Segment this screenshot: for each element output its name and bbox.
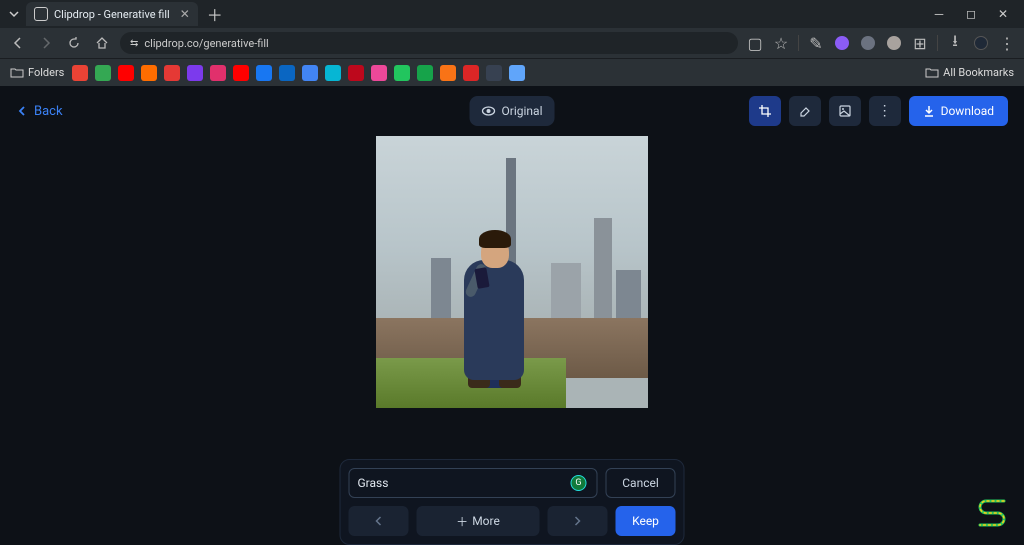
- window-close-icon[interactable]: ✕: [996, 7, 1010, 21]
- image-canvas[interactable]: [376, 136, 648, 408]
- prompt-panel: G Cancel ＋ More Keep: [340, 459, 685, 545]
- eraser-tool-button[interactable]: [789, 96, 821, 126]
- url-text: clipdrop.co/generative-fill: [144, 37, 268, 50]
- folder-icon: [10, 66, 24, 80]
- bookmark-gmail-icon[interactable]: [72, 65, 88, 81]
- bookmark-pinterest-icon[interactable]: [348, 65, 364, 81]
- screenshot-icon[interactable]: ▢: [746, 34, 764, 52]
- ext-gear-icon[interactable]: [833, 34, 851, 52]
- bookmark-app-green2-icon[interactable]: [417, 65, 433, 81]
- grammarly-icon[interactable]: G: [571, 475, 587, 491]
- browser-tab[interactable]: Clipdrop - Generative fill ✕: [26, 2, 198, 26]
- all-bookmarks-link[interactable]: All Bookmarks: [925, 66, 1014, 80]
- bookmark-app-blue-icon[interactable]: [302, 65, 318, 81]
- bookmark-app-purple-icon[interactable]: [187, 65, 203, 81]
- bookmark-app-red2-icon[interactable]: [463, 65, 479, 81]
- bookmark-facebook-icon[interactable]: [256, 65, 272, 81]
- download-button[interactable]: Download: [909, 96, 1008, 126]
- image-icon: [838, 104, 852, 118]
- site-info-icon[interactable]: ⇆: [130, 38, 138, 49]
- bookmark-app-orange-icon[interactable]: [141, 65, 157, 81]
- original-toggle-button[interactable]: Original: [470, 96, 555, 126]
- image-tool-button[interactable]: [829, 96, 861, 126]
- browser-titlebar: Clipdrop - Generative fill ✕ ＋ ─ ◻ ✕: [0, 0, 1024, 28]
- ext-camera-icon[interactable]: [859, 34, 877, 52]
- divider: [798, 35, 799, 51]
- bookmark-youtube-red-icon[interactable]: [118, 65, 134, 81]
- crop-tool-button[interactable]: [749, 96, 781, 126]
- more-options-button[interactable]: ⋮: [869, 96, 901, 126]
- plus-icon: ＋: [456, 513, 468, 530]
- bookmark-app-dark-icon[interactable]: [486, 65, 502, 81]
- more-vert-icon: ⋮: [878, 103, 892, 119]
- prev-result-button[interactable]: [349, 506, 409, 536]
- keep-label: Keep: [632, 514, 659, 528]
- all-bookmarks-label: All Bookmarks: [943, 66, 1014, 79]
- nav-home-icon[interactable]: [92, 33, 112, 53]
- url-input[interactable]: ⇆ clipdrop.co/generative-fill: [120, 32, 738, 54]
- chevron-right-icon: [573, 516, 583, 526]
- tab-title: Clipdrop - Generative fill: [54, 8, 170, 21]
- bookmark-app-orange2-icon[interactable]: [440, 65, 456, 81]
- bookmark-youtube-icon[interactable]: [233, 65, 249, 81]
- bookmark-sparkle-icon[interactable]: [509, 65, 525, 81]
- cancel-button[interactable]: Cancel: [606, 468, 676, 498]
- original-label: Original: [502, 104, 543, 118]
- eraser-icon: [798, 104, 812, 118]
- prompt-input[interactable]: [358, 476, 571, 490]
- ext-puzzle-icon[interactable]: ⊞: [911, 34, 929, 52]
- tab-search-icon[interactable]: [4, 4, 24, 24]
- nav-forward-icon[interactable]: [36, 33, 56, 53]
- eye-icon: [482, 104, 496, 118]
- back-label: Back: [34, 104, 63, 119]
- tab-close-icon[interactable]: ✕: [180, 7, 190, 21]
- next-result-button[interactable]: [548, 506, 608, 536]
- bookmark-app-green-icon[interactable]: [394, 65, 410, 81]
- bookmark-app-red-icon[interactable]: [164, 65, 180, 81]
- back-button[interactable]: Back: [16, 104, 63, 119]
- nav-reload-icon[interactable]: [64, 33, 84, 53]
- browser-menu-icon[interactable]: ⋮: [998, 34, 1016, 52]
- bookmark-linkedin-icon[interactable]: [279, 65, 295, 81]
- more-button[interactable]: ＋ More: [417, 506, 540, 536]
- browser-address-bar: ⇆ clipdrop.co/generative-fill ▢ ☆ ✎ ⊞ ⭳ …: [0, 28, 1024, 58]
- tab-favicon-icon: [34, 7, 48, 21]
- folder-icon: [925, 66, 939, 80]
- app-toolbar: Back Original ⋮ Download: [0, 94, 1024, 128]
- ext-pen-icon[interactable]: ✎: [807, 34, 825, 52]
- ext-avatar-icon[interactable]: [885, 34, 903, 52]
- chevron-left-icon: [16, 105, 28, 117]
- prompt-input-box[interactable]: G: [349, 468, 598, 498]
- nav-back-icon[interactable]: [8, 33, 28, 53]
- downloads-icon[interactable]: ⭳: [946, 34, 964, 52]
- bookmarks-bar: Folders All Bookmarks: [0, 58, 1024, 86]
- brand-logo-icon: [974, 495, 1010, 531]
- bookmark-instagram-icon[interactable]: [210, 65, 226, 81]
- download-icon: [923, 105, 935, 117]
- bookmark-app-pink-icon[interactable]: [371, 65, 387, 81]
- bookmark-app-teal-icon[interactable]: [325, 65, 341, 81]
- window-maximize-icon[interactable]: ◻: [964, 7, 978, 21]
- chevron-left-icon: [374, 516, 384, 526]
- folder-label: Folders: [28, 66, 64, 79]
- crop-icon: [758, 104, 772, 118]
- profile-icon[interactable]: [972, 34, 990, 52]
- more-label: More: [472, 514, 500, 528]
- new-tab-button[interactable]: ＋: [204, 3, 226, 25]
- bookmarks-folder[interactable]: Folders: [10, 66, 64, 80]
- app-content: Back Original ⋮ Download: [0, 86, 1024, 545]
- divider: [937, 35, 938, 51]
- cancel-label: Cancel: [622, 476, 659, 490]
- bookmark-drive-icon[interactable]: [95, 65, 111, 81]
- photo-person-hair: [479, 230, 511, 248]
- download-label: Download: [941, 104, 994, 118]
- bookmark-star-icon[interactable]: ☆: [772, 34, 790, 52]
- keep-button[interactable]: Keep: [616, 506, 676, 536]
- window-minimize-icon[interactable]: ─: [932, 7, 946, 21]
